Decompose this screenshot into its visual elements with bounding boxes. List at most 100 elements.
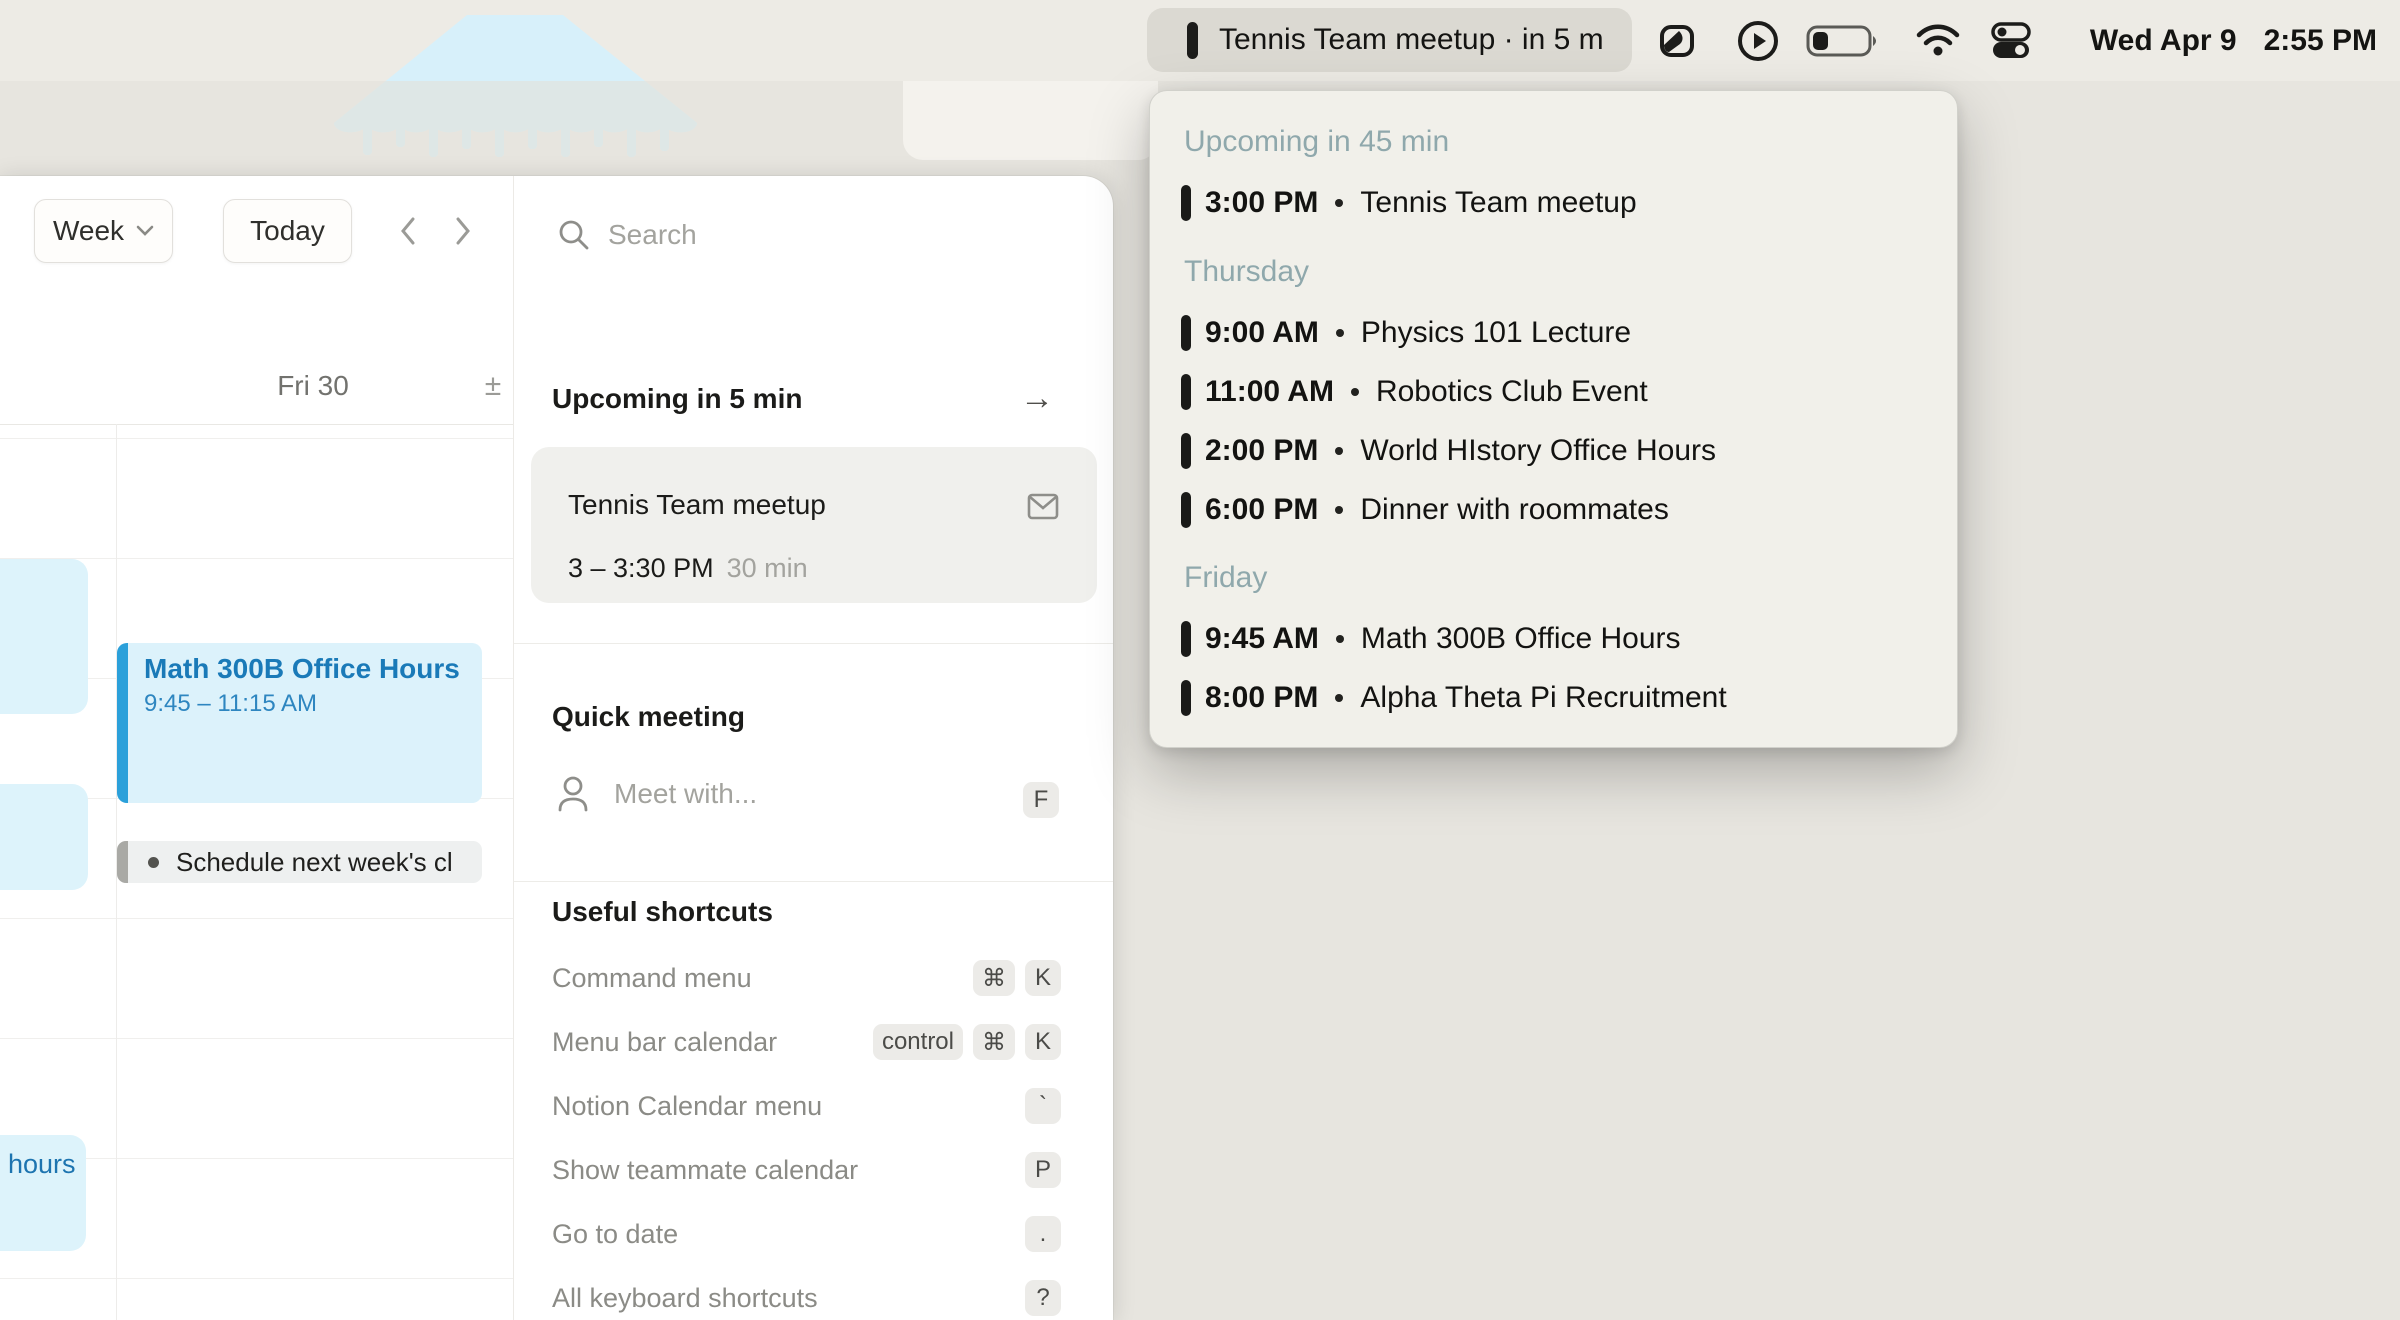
dropdown-event-row[interactable]: 9:00 AM Physics 101 Lecture: [1181, 311, 1631, 355]
shortcut-row: All keyboard shortcuts?: [552, 1266, 1061, 1320]
shortcut-row: Notion Calendar menu`: [552, 1074, 1061, 1138]
menubar-calendar-item[interactable]: Tennis Team meetup · in 5 m: [1147, 8, 1632, 72]
battery-icon[interactable]: [1806, 0, 1882, 81]
email-icon[interactable]: [1027, 493, 1059, 520]
today-button-label: Today: [250, 215, 325, 247]
calendar-event-partial[interactable]: [0, 784, 88, 890]
shortcut-row: Command menu⌘K: [552, 946, 1061, 1010]
dropdown-section-heading: Upcoming in 45 min: [1184, 120, 1449, 164]
quick-meeting-heading: Quick meeting: [552, 701, 745, 733]
dropdown-section-heading: Thursday: [1184, 250, 1309, 294]
section-divider: [514, 643, 1113, 644]
event-color-bar: [1181, 492, 1191, 528]
dot-separator-icon: [1351, 388, 1359, 396]
menubar-date: Wed Apr 9: [2090, 24, 2237, 58]
dropdown-event-row[interactable]: 9:45 AMMath 300B Office Hours: [1181, 617, 1681, 661]
dot-separator-icon: [1335, 506, 1343, 514]
task-color-bar: [117, 841, 128, 883]
event-title: hours: [8, 1149, 86, 1180]
dropdown-event-row[interactable]: 11:00 AM Robotics Club Event: [1181, 370, 1648, 414]
dropdown-event-row[interactable]: 8:00 PMAlpha Theta Pi Recruitment: [1181, 676, 1727, 720]
event-color-bar: [1181, 374, 1191, 410]
event-title: Physics 101 Lecture: [1361, 316, 1631, 350]
event-time: 2:00 PM: [1205, 434, 1318, 468]
shortcut-label: Go to date: [552, 1219, 678, 1250]
upcoming-section-heading: Upcoming in 5 min: [552, 383, 802, 415]
day-header: Fri 30: [116, 370, 510, 402]
meet-with-input[interactable]: [612, 777, 912, 811]
chevron-right-icon[interactable]: [451, 216, 475, 246]
shortcuts-heading: Useful shortcuts: [552, 896, 773, 928]
event-time: 9:00 AM: [1205, 316, 1319, 350]
event-color-bar: [1181, 315, 1191, 351]
menubar-calendar-label: Tennis Team meetup · in 5 m: [1219, 23, 1604, 57]
play-circle-icon[interactable]: [1735, 0, 1781, 81]
task-bullet-icon: [148, 857, 159, 868]
calendar-event-partial[interactable]: hours: [0, 1135, 86, 1251]
control-center-icon[interactable]: [1991, 0, 2031, 81]
event-title: Robotics Club Event: [1376, 375, 1648, 409]
menubar-clock[interactable]: Wed Apr 9 2:55 PM: [2090, 0, 2377, 81]
event-time: 8:00 PM: [1205, 681, 1318, 715]
search-input[interactable]: [606, 218, 946, 252]
event-color-bar: [1187, 22, 1198, 59]
chevron-left-icon[interactable]: [396, 216, 420, 246]
task-title: Schedule next week's cl: [176, 847, 453, 878]
today-button[interactable]: Today: [223, 199, 352, 263]
event-color-bar: [1181, 185, 1191, 221]
shortcut-row: Go to date.: [552, 1202, 1061, 1266]
event-title: Math 300B Office Hours: [144, 653, 482, 685]
shortcut-label: Command menu: [552, 963, 752, 994]
timezone-toggle-button[interactable]: ±: [476, 368, 510, 404]
shortcut-row: Menu bar calendar control ⌘ K: [552, 1010, 1061, 1074]
dropdown-event-row[interactable]: 2:00 PM World HIstory Office Hours: [1181, 429, 1716, 473]
event-time: 11:00 AM: [1205, 375, 1334, 409]
shortcut-key: control: [873, 1024, 963, 1060]
shortcut-key: .: [1025, 1216, 1061, 1252]
dot-separator-icon: [1335, 694, 1343, 702]
event-title: Dinner with roommates: [1360, 493, 1668, 527]
card-event-title: Tennis Team meetup: [568, 489, 826, 521]
header-divider: [0, 424, 513, 425]
event-color-bar: [1181, 621, 1191, 657]
calendar-event-math-office-hours[interactable]: Math 300B Office Hours 9:45 – 11:15 AM: [117, 643, 482, 803]
search-icon: [558, 219, 590, 251]
calendar-task-item[interactable]: Schedule next week's cl: [117, 841, 482, 883]
shortcut-row: Show teammate calendarP: [552, 1138, 1061, 1202]
shortcut-key: ⌘: [973, 1024, 1015, 1060]
event-title: World HIstory Office Hours: [1360, 434, 1716, 468]
dropdown-event-row[interactable]: 3:00 PM Tennis Team meetup: [1181, 181, 1637, 225]
shortcut-key: ?: [1025, 1280, 1061, 1316]
chevron-down-icon: [136, 225, 154, 237]
shortcut-key: K: [1025, 1024, 1061, 1060]
event-color-bar: [117, 643, 128, 803]
shortcut-key: `: [1025, 1088, 1061, 1124]
desktop: Tennis Team meetup · in 5 m Wed Apr 9 2:…: [0, 0, 2400, 1320]
card-event-time: 3 – 3:30 PM: [568, 553, 714, 584]
menubar-time: 2:55 PM: [2264, 24, 2377, 58]
shortcut-key: ⌘: [973, 960, 1015, 996]
dot-separator-icon: [1336, 329, 1344, 337]
view-selector-button[interactable]: Week: [34, 199, 173, 263]
dropdown-event-row[interactable]: 6:00 PM Dinner with roommates: [1181, 488, 1669, 532]
notion-calendar-window: Week Today Fri 30 ± hours Math 300B Offi…: [0, 176, 1113, 1320]
event-time: 3:00 PM: [1205, 186, 1318, 220]
event-title: Tennis Team meetup: [1360, 186, 1636, 220]
person-icon: [556, 774, 590, 814]
dropdown-section-heading: Friday: [1184, 556, 1267, 600]
view-selector-label: Week: [53, 215, 124, 247]
shortcut-key-f: F: [1023, 782, 1059, 818]
shortcut-label: Menu bar calendar: [552, 1027, 777, 1058]
event-color-bar: [1181, 680, 1191, 716]
screen-capture-icon[interactable]: [1655, 0, 1699, 81]
shortcut-key: P: [1025, 1152, 1061, 1188]
upcoming-event-card[interactable]: Tennis Team meetup 3 – 3:30 PM 30 min: [531, 447, 1097, 603]
dot-separator-icon: [1336, 635, 1344, 643]
calendar-event-partial[interactable]: [0, 559, 88, 714]
arrow-right-icon[interactable]: →: [1020, 379, 1054, 418]
event-time: 6:00 PM: [1205, 493, 1318, 527]
shortcut-label: All keyboard shortcuts: [552, 1283, 818, 1314]
event-color-bar: [1181, 433, 1191, 469]
wifi-icon[interactable]: [1915, 0, 1961, 81]
menubar-calendar-dropdown: Upcoming in 45 min 3:00 PM Tennis Team mee…: [1149, 90, 1958, 748]
